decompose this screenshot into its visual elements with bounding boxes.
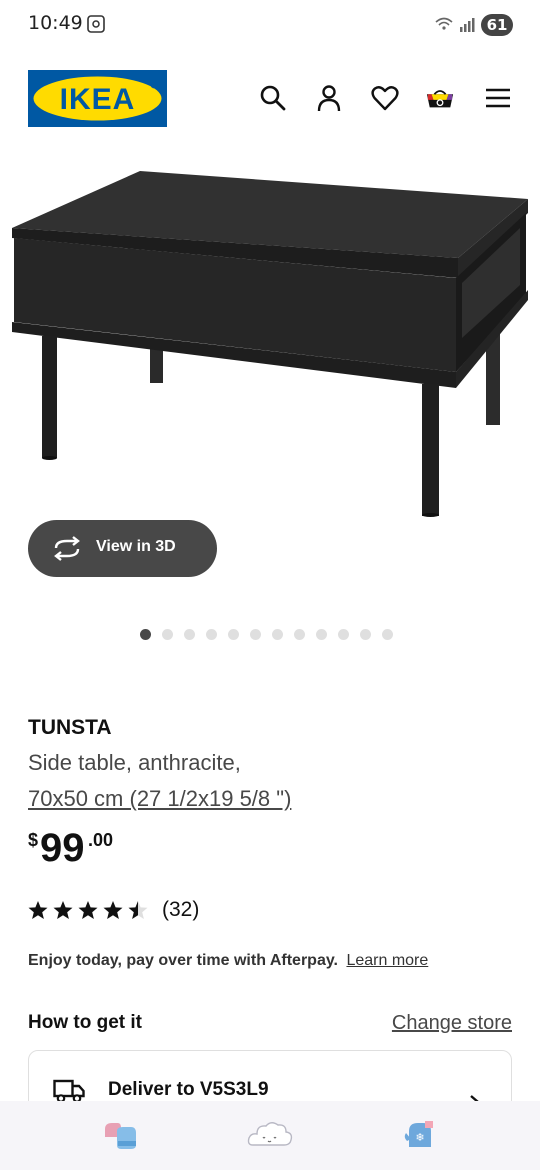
heart-icon[interactable] bbox=[371, 84, 399, 112]
ikea-logo[interactable]: IKEA bbox=[28, 70, 167, 127]
change-store-link[interactable]: Change store bbox=[392, 1012, 512, 1035]
pagination-dot[interactable] bbox=[162, 629, 173, 640]
rotate-3d-icon bbox=[54, 536, 80, 561]
afterpay-banner: Enjoy today, pay over time with Afterpay… bbox=[28, 952, 428, 970]
delivery-label: Deliver to V5S3L9 bbox=[108, 1079, 269, 1100]
svg-text:IKEA: IKEA bbox=[60, 83, 136, 116]
battery-indicator: 61 bbox=[481, 14, 513, 36]
mittens-sticker-icon[interactable] bbox=[101, 1119, 139, 1151]
menu-icon[interactable] bbox=[484, 84, 512, 112]
cart-icon[interactable] bbox=[426, 84, 454, 112]
view-in-3d-label: View in 3D bbox=[96, 538, 176, 555]
afterpay-learn-more-link[interactable]: Learn more bbox=[346, 952, 428, 969]
price-currency: $ bbox=[28, 830, 39, 850]
signal-icon bbox=[435, 17, 475, 32]
bottom-bar: ❄ bbox=[0, 1101, 540, 1170]
account-icon[interactable] bbox=[315, 84, 343, 112]
screenshot-icon bbox=[87, 15, 105, 33]
header: IKEA bbox=[0, 60, 540, 140]
price-integer: 99 bbox=[40, 826, 85, 870]
pagination-dot[interactable] bbox=[382, 629, 393, 640]
product-image[interactable] bbox=[0, 160, 540, 530]
how-to-get-it-title: How to get it bbox=[28, 1012, 142, 1033]
search-icon[interactable] bbox=[259, 84, 287, 112]
view-in-3d-button[interactable]: View in 3D bbox=[28, 520, 217, 577]
mitten-sticker-icon[interactable]: ❄ bbox=[403, 1119, 437, 1151]
pagination-dot[interactable] bbox=[272, 629, 283, 640]
product-name: TUNSTA bbox=[28, 716, 112, 739]
price-decimal: .00 bbox=[88, 830, 114, 850]
pagination-dot[interactable] bbox=[228, 629, 239, 640]
pagination-dot[interactable] bbox=[316, 629, 327, 640]
svg-text:❄: ❄ bbox=[415, 1131, 424, 1144]
status-bar: 10:49 61 bbox=[0, 0, 540, 50]
pagination-dot[interactable] bbox=[206, 629, 217, 640]
review-count[interactable]: (32) bbox=[162, 898, 199, 922]
pagination-dot[interactable] bbox=[250, 629, 261, 640]
cloud-sticker-icon[interactable] bbox=[247, 1119, 293, 1151]
afterpay-text: Enjoy today, pay over time with Afterpay… bbox=[28, 952, 338, 969]
pagination-dot[interactable] bbox=[294, 629, 305, 640]
image-pagination bbox=[140, 629, 393, 641]
star-rating-icon bbox=[28, 901, 148, 919]
pagination-dot[interactable] bbox=[140, 629, 151, 640]
status-time: 10:49 bbox=[28, 12, 83, 34]
pagination-dot[interactable] bbox=[338, 629, 349, 640]
pagination-dot[interactable] bbox=[184, 629, 195, 640]
pagination-dot[interactable] bbox=[360, 629, 371, 640]
product-description: Side table, anthracite, bbox=[28, 750, 241, 775]
product-size-link[interactable]: 70x50 cm (27 1/2x19 5/8 ") bbox=[28, 786, 291, 812]
